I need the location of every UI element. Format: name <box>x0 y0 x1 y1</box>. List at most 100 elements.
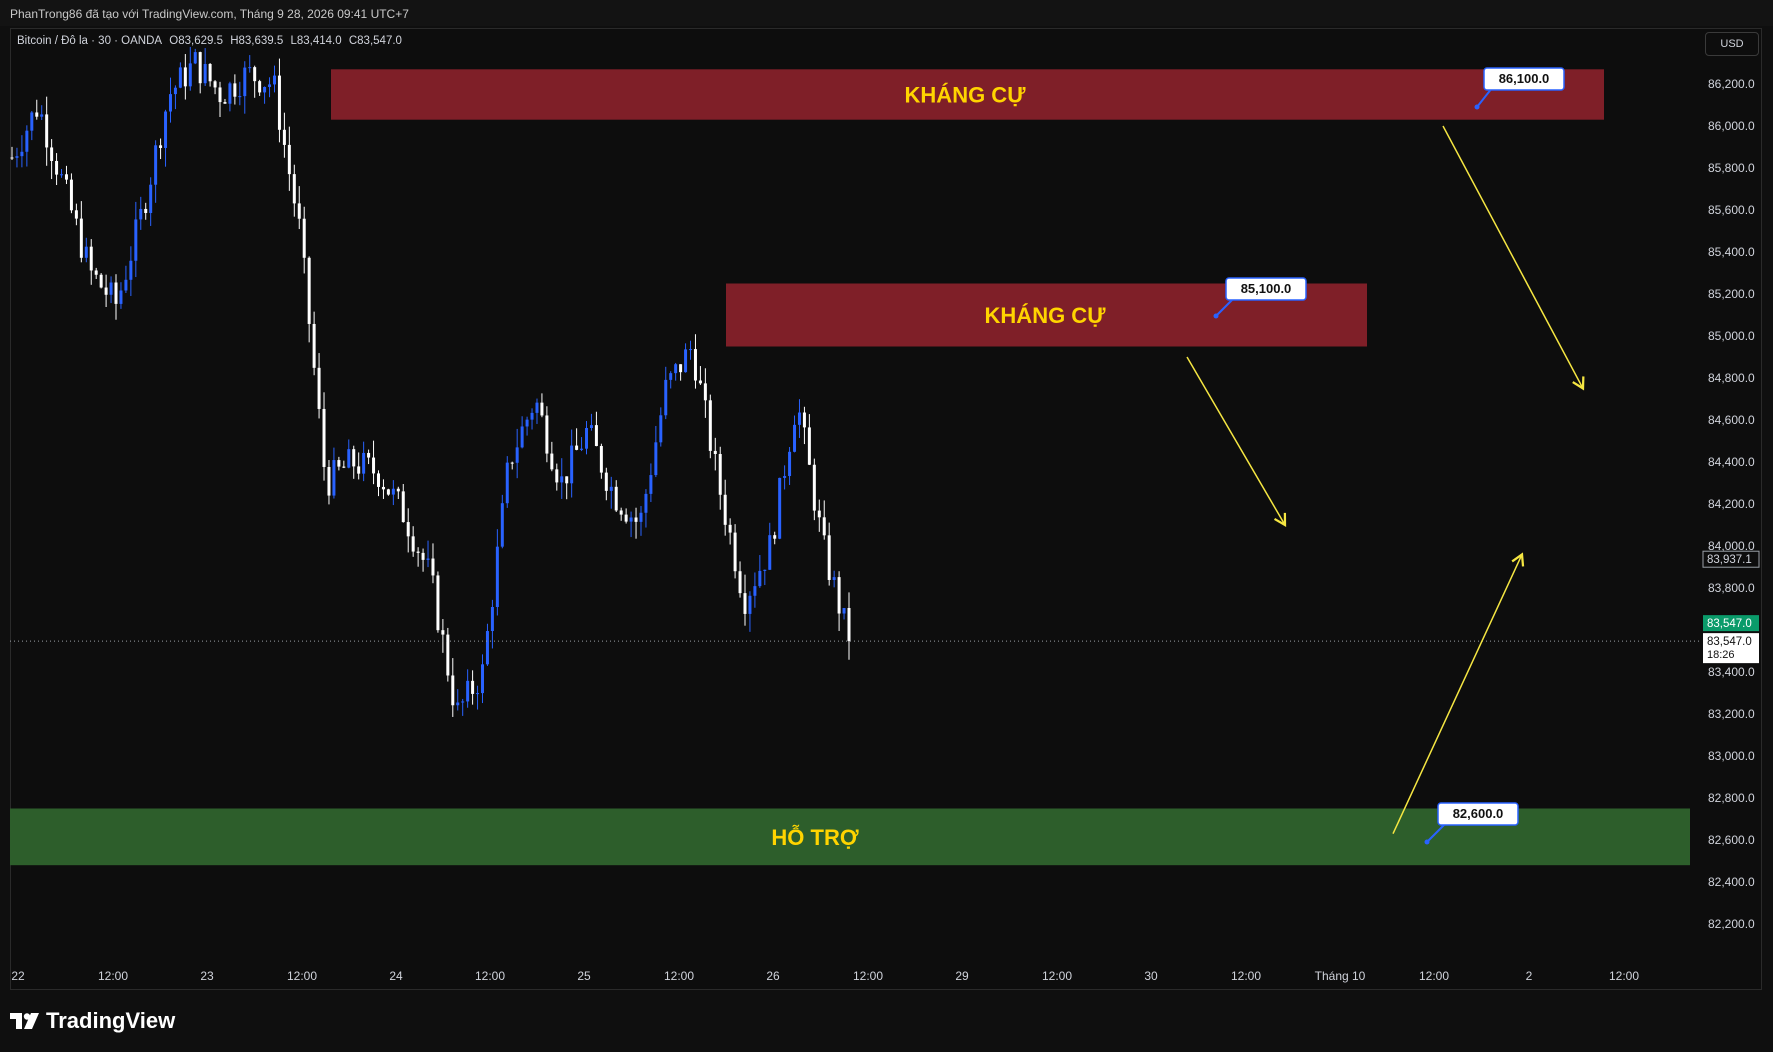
candle-body <box>802 412 806 428</box>
x-axis-tick-label: 12:00 <box>1231 969 1261 983</box>
footer <box>0 990 1773 1052</box>
marker-price-label: 83,937.1 <box>1707 554 1752 566</box>
candle-body <box>758 570 762 587</box>
candle-body <box>238 96 242 98</box>
candle-body <box>773 535 777 539</box>
candle-body <box>362 452 366 474</box>
callout-anchor <box>1213 313 1219 319</box>
candle-body <box>565 476 569 484</box>
candle-body <box>20 151 24 157</box>
candle-body <box>560 476 564 483</box>
trend-arrow-up[interactable] <box>1392 552 1525 835</box>
zone-label-2: HỖ TRỢ <box>771 824 858 850</box>
y-axis-tick-label: 85,600.0 <box>1708 203 1755 217</box>
candle-body <box>703 383 707 401</box>
candle-body <box>664 379 668 416</box>
candle-body <box>748 595 752 614</box>
candle-body <box>733 532 737 572</box>
candle-body <box>827 535 831 580</box>
candle-body <box>589 425 593 428</box>
candle-body <box>396 488 400 492</box>
candle-body <box>84 246 88 258</box>
candle-body <box>74 210 78 219</box>
candle-body <box>327 466 331 496</box>
candle-body <box>357 466 361 474</box>
candle-body <box>718 454 722 495</box>
candle-body <box>312 323 316 368</box>
chart-canvas[interactable]: KHÁNG CỰ KHÁNG CỰ HỖ TRỢ 86,100.0 85,100.0 82… <box>0 0 1773 1052</box>
candle-body <box>461 701 465 703</box>
trend-arrow-down[interactable] <box>1186 356 1287 527</box>
candle-body <box>654 442 658 476</box>
candle-body <box>807 427 811 465</box>
candle-body <box>35 112 39 117</box>
candle-body <box>555 469 559 483</box>
x-axis-tick-label: 30 <box>1144 969 1158 983</box>
x-axis-tick-label: 26 <box>766 969 780 983</box>
high-value: H83,639.5 <box>230 35 284 47</box>
candle-body <box>515 447 519 463</box>
candle-body <box>367 452 371 458</box>
candle-body <box>114 282 118 304</box>
tradingview-logo-text: TradingView <box>46 1008 176 1033</box>
y-axis-tick-label: 84,800.0 <box>1708 371 1755 385</box>
candle-body <box>218 87 222 103</box>
candle-body <box>287 144 291 175</box>
y-axis-tick-label: 86,000.0 <box>1708 119 1755 133</box>
candle-body <box>738 571 742 594</box>
candle-body <box>693 349 697 381</box>
candle-body <box>104 287 108 295</box>
tradingview-logo-icon <box>10 1013 40 1029</box>
candle-body <box>69 179 73 211</box>
candle-body <box>277 75 281 130</box>
candle-body <box>263 86 267 93</box>
candle-body <box>79 218 83 258</box>
candle-body <box>783 476 787 478</box>
x-axis-tick-label: 2 <box>1526 969 1533 983</box>
candle-body <box>50 147 54 161</box>
candle-body <box>203 64 207 84</box>
candle-body <box>441 630 445 635</box>
candle-body <box>193 52 197 64</box>
candle-body <box>842 607 846 614</box>
candle-body <box>679 364 683 373</box>
candle-body <box>575 445 579 450</box>
candle-body <box>431 558 435 576</box>
candle-body <box>307 257 311 324</box>
candle-body <box>570 445 574 484</box>
candle-body <box>139 208 143 220</box>
y-axis-tick-label: 82,400.0 <box>1708 875 1755 889</box>
candle-body <box>381 486 385 490</box>
candle-body <box>149 184 153 214</box>
y-axis-tick-label: 85,400.0 <box>1708 245 1755 259</box>
tradingview-logo[interactable]: TradingView <box>10 1008 175 1034</box>
y-axis-tick-label: 84,600.0 <box>1708 413 1755 427</box>
candle-body <box>634 517 638 522</box>
candle-body <box>15 156 19 158</box>
candle-body <box>585 427 589 449</box>
candle-body <box>223 102 227 104</box>
candle-body <box>510 462 514 464</box>
candle-body <box>94 270 98 275</box>
candle-body <box>164 111 168 148</box>
candle-body <box>604 472 608 491</box>
x-axis-tick-label: 23 <box>200 969 214 983</box>
x-axis-tick-label: 12:00 <box>853 969 883 983</box>
trend-arrow-down[interactable] <box>1442 125 1585 391</box>
candle-body <box>495 546 499 608</box>
candle-body <box>753 586 757 596</box>
candle-body <box>183 67 187 87</box>
candle-body <box>25 130 29 152</box>
candle-body <box>629 517 633 522</box>
candle-body <box>500 503 504 547</box>
candle-body <box>530 412 534 420</box>
y-axis-tick-label: 85,000.0 <box>1708 329 1755 343</box>
candle-body <box>659 415 663 443</box>
candle-body <box>188 63 192 87</box>
candle-body <box>347 449 351 468</box>
symbol-label[interactable]: Bitcoin / Đô la · 30 · OANDA <box>17 35 162 47</box>
candle-body <box>436 575 440 631</box>
currency-selector[interactable]: USD <box>1705 32 1759 56</box>
x-axis-tick-label: 25 <box>577 969 591 983</box>
candle-body <box>10 157 14 159</box>
